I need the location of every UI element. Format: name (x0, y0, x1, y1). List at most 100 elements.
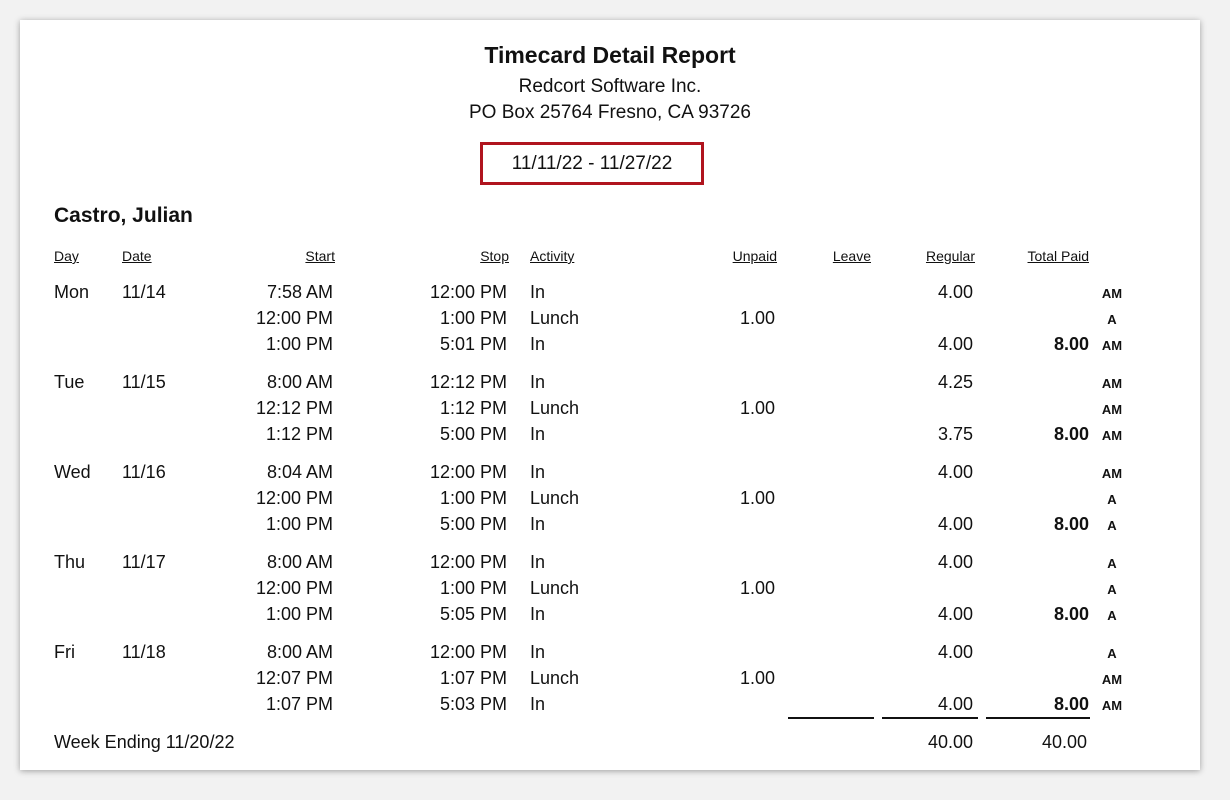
punch-flag: A (1107, 582, 1117, 597)
activity-cell: Lunch (530, 488, 580, 508)
activity-cell: In (530, 604, 546, 624)
start-time-cell: 1:00 PM (265, 334, 333, 354)
report-page: Timecard Detail Report Redcort Software … (20, 20, 1200, 770)
column-header-date: Date (122, 248, 152, 264)
punch-flag: A (1107, 518, 1117, 533)
start-time-cell: 8:04 AM (266, 462, 333, 482)
stop-time-cell: 12:12 PM (429, 372, 507, 392)
activity-cell: In (530, 642, 546, 662)
stop-time-cell: 12:00 PM (429, 282, 507, 302)
column-header-day: Day (54, 248, 79, 264)
stop-time-cell: 5:00 PM (439, 514, 507, 534)
start-time-cell: 1:00 PM (265, 604, 333, 624)
punch-flag: AM (1101, 286, 1123, 301)
week-regular-total: 40.00 (927, 732, 973, 752)
start-time-cell: 7:58 AM (266, 282, 333, 302)
activity-cell: Lunch (530, 668, 580, 688)
total-paid-cell: 8.00 (1053, 424, 1089, 444)
employee-name: Castro, Julian (54, 204, 193, 227)
unpaid-hours-cell: 1.00 (739, 308, 775, 328)
company-name: Redcort Software Inc. (518, 76, 702, 97)
punch-flag: AM (1101, 338, 1123, 353)
week-total-paid: 40.00 (1041, 732, 1087, 752)
date-cell: 11/15 (122, 372, 166, 392)
start-time-cell: 8:00 AM (266, 552, 333, 572)
activity-cell: Lunch (530, 308, 580, 328)
activity-cell: In (530, 694, 546, 714)
start-time-cell: 1:00 PM (265, 514, 333, 534)
day-cell: Thu (54, 552, 86, 572)
stop-time-cell: 1:12 PM (439, 398, 507, 418)
punch-flag: A (1107, 492, 1117, 507)
start-time-cell: 1:07 PM (265, 694, 333, 714)
stop-time-cell: 1:00 PM (439, 578, 507, 598)
date-range: 11/11/22 - 11/27/22 (480, 142, 704, 185)
day-cell: Wed (54, 462, 91, 482)
day-cell: Fri (54, 642, 75, 662)
regular-hours-cell: 4.00 (937, 552, 973, 572)
start-time-cell: 8:00 AM (266, 372, 333, 392)
activity-cell: In (530, 372, 546, 392)
start-time-cell: 12:07 PM (255, 668, 333, 688)
regular-total-underline (882, 717, 978, 719)
punch-flag: A (1107, 312, 1117, 327)
total-paid-underline (986, 717, 1090, 719)
stop-time-cell: 1:00 PM (439, 308, 507, 328)
activity-cell: In (530, 514, 546, 534)
date-cell: 11/17 (122, 552, 166, 572)
regular-hours-cell: 4.00 (937, 282, 973, 302)
activity-cell: In (530, 552, 546, 572)
regular-hours-cell: 4.00 (937, 604, 973, 624)
regular-hours-cell: 4.25 (937, 372, 973, 392)
activity-cell: In (530, 282, 546, 302)
start-time-cell: 8:00 AM (266, 642, 333, 662)
regular-hours-cell: 4.00 (937, 694, 973, 714)
column-header-activity: Activity (530, 248, 575, 264)
punch-flag: A (1107, 608, 1117, 623)
start-time-cell: 12:00 PM (255, 578, 333, 598)
date-cell: 11/14 (122, 282, 166, 302)
unpaid-hours-cell: 1.00 (739, 668, 775, 688)
column-header-total-paid: Total Paid (1027, 248, 1089, 264)
unpaid-hours-cell: 1.00 (739, 488, 775, 508)
regular-hours-cell: 4.00 (937, 514, 973, 534)
unpaid-hours-cell: 1.00 (739, 578, 775, 598)
stop-time-cell: 1:07 PM (439, 668, 507, 688)
column-header-start: Start (305, 248, 335, 264)
start-time-cell: 12:12 PM (255, 398, 333, 418)
column-header-regular: Regular (925, 248, 975, 264)
column-header-stop: Stop (480, 248, 509, 264)
stop-time-cell: 12:00 PM (429, 642, 507, 662)
punch-flag: AM (1101, 466, 1123, 481)
day-cell: Tue (54, 372, 85, 392)
company-address: PO Box 25764 Fresno, CA 93726 (468, 102, 751, 123)
activity-cell: Lunch (530, 578, 580, 598)
report-title: Timecard Detail Report (484, 42, 736, 68)
punch-flag: A (1107, 556, 1117, 571)
punch-flag: AM (1101, 402, 1123, 417)
stop-time-cell: 5:05 PM (439, 604, 507, 624)
start-time-cell: 12:00 PM (255, 488, 333, 508)
start-time-cell: 1:12 PM (265, 424, 333, 444)
stop-time-cell: 12:00 PM (429, 552, 507, 572)
column-header-unpaid: Unpaid (732, 248, 777, 264)
stop-time-cell: 12:00 PM (429, 462, 507, 482)
week-ending-label: Week Ending 11/20/22 (54, 732, 235, 752)
regular-hours-cell: 4.00 (937, 334, 973, 354)
regular-hours-cell: 3.75 (937, 424, 973, 444)
stop-time-cell: 1:00 PM (439, 488, 507, 508)
start-time-cell: 12:00 PM (255, 308, 333, 328)
unpaid-hours-cell: 1.00 (739, 398, 775, 418)
total-paid-cell: 8.00 (1053, 514, 1089, 534)
punch-flag: AM (1101, 376, 1123, 391)
regular-hours-cell: 4.00 (937, 642, 973, 662)
stop-time-cell: 5:03 PM (439, 694, 507, 714)
punch-flag: A (1107, 646, 1117, 661)
stop-time-cell: 5:01 PM (439, 334, 507, 354)
stop-time-cell: 5:00 PM (439, 424, 507, 444)
date-cell: 11/16 (122, 462, 166, 482)
activity-cell: In (530, 334, 546, 354)
leave-total-underline (788, 717, 874, 719)
total-paid-cell: 8.00 (1053, 694, 1089, 714)
column-header-leave: Leave (832, 248, 871, 264)
